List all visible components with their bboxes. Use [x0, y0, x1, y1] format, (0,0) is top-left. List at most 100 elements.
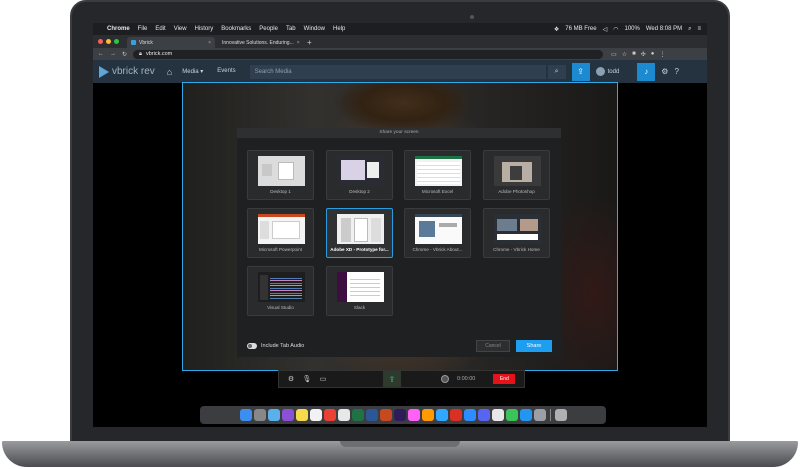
visual-studio-icon[interactable]	[281, 409, 294, 421]
source-desktop-1[interactable]: Desktop 1	[247, 150, 314, 200]
browser-tab-vbrick[interactable]: Vbrick ×	[127, 37, 215, 48]
search-input[interactable]: Search Media	[249, 64, 546, 79]
menu-app-name[interactable]: Chrome	[107, 26, 130, 32]
messages-icon[interactable]	[505, 409, 518, 421]
menu-people[interactable]: People	[259, 26, 278, 32]
close-tab-icon[interactable]: ×	[208, 40, 211, 46]
puzzle-icon[interactable]: ✣	[641, 51, 646, 58]
browser-tabbar: Vbrick × Innovative Solutions. Enduring.…	[93, 35, 707, 48]
forward-icon[interactable]: →	[110, 51, 116, 58]
wifi-icon[interactable]: ◠	[613, 26, 618, 33]
back-icon[interactable]: ←	[98, 51, 104, 58]
excel-icon[interactable]	[351, 409, 364, 421]
volume-icon[interactable]: ◁	[603, 26, 608, 33]
camera-icon[interactable]: ▭	[315, 375, 331, 383]
menu-file[interactable]: File	[138, 26, 148, 32]
source-chrome-home[interactable]: Chrome - Vbrick Home	[483, 208, 550, 258]
source-excel[interactable]: Microsoft Excel	[404, 150, 471, 200]
source-label: Adobe Photoshop	[498, 189, 535, 194]
reload-icon[interactable]: ↻	[122, 51, 127, 58]
preview-icon[interactable]	[533, 409, 546, 421]
discord-icon[interactable]	[477, 409, 490, 421]
microphone-icon[interactable]: 🎙︎	[299, 375, 315, 383]
extension-icon[interactable]: ■	[632, 51, 636, 58]
memory-status[interactable]: 76 MB Free	[565, 26, 596, 32]
acrobat-icon[interactable]	[449, 409, 462, 421]
address-bar[interactable]: 🔒︎ vbrick.com	[133, 49, 604, 59]
chrome-icon[interactable]	[323, 409, 336, 421]
profile-icon[interactable]: ●	[651, 51, 655, 58]
more-icon[interactable]: ⋮	[659, 51, 665, 58]
source-visual-studio[interactable]: Visual Studio	[247, 266, 314, 316]
word-icon[interactable]	[365, 409, 378, 421]
chrome-canary-icon[interactable]	[491, 409, 504, 421]
source-thumbnail	[258, 214, 305, 244]
extensions: ▭ ☆ ■ ✣ ● ⋮	[611, 51, 665, 58]
zoom-window-button[interactable]	[114, 39, 119, 44]
menu-history[interactable]: History	[195, 26, 214, 32]
nav-events[interactable]: Events	[217, 68, 235, 75]
settings-icon[interactable]: ⚙	[283, 375, 299, 383]
settings-icon[interactable]: ⚙	[661, 67, 668, 76]
control-center-icon[interactable]: ≡	[697, 26, 701, 32]
nav-media[interactable]: Media ▾	[182, 68, 203, 75]
menu-view[interactable]: View	[174, 26, 187, 32]
upload-icon[interactable]: ⇪	[571, 62, 590, 81]
menu-window[interactable]: Window	[304, 26, 325, 32]
source-chrome-about[interactable]: Chrome - Vbrick About...	[404, 208, 471, 258]
close-window-button[interactable]	[98, 39, 103, 44]
star-icon[interactable]: ☆	[622, 51, 627, 58]
menu-help[interactable]: Help	[333, 26, 345, 32]
illustrator-icon[interactable]	[421, 409, 434, 421]
tab-audio-toggle[interactable]	[247, 343, 257, 349]
source-label: Desktop 1	[270, 189, 291, 194]
slack-icon[interactable]	[337, 409, 350, 421]
share-screen-dialog: Share your screen Desktop 1 Desktop 2 Mi…	[237, 128, 561, 357]
notes-icon[interactable]	[295, 409, 308, 421]
vbrick-logo[interactable]: vbrick rev	[99, 65, 155, 78]
search-placeholder: Search Media	[254, 68, 292, 75]
url-text: vbrick.com	[145, 51, 173, 57]
menu-tab[interactable]: Tab	[286, 26, 296, 32]
textedit-icon[interactable]	[309, 409, 322, 421]
menu-edit[interactable]: Edit	[155, 26, 165, 32]
vbrick-favicon	[131, 40, 136, 45]
finder-icon[interactable]	[239, 409, 252, 421]
premiere-icon[interactable]	[393, 409, 406, 421]
record-icon[interactable]	[441, 375, 449, 383]
laptop-notch	[340, 441, 460, 447]
clock[interactable]: Wed 8:08 PM	[646, 26, 682, 32]
home-icon[interactable]: ⌂	[167, 67, 172, 77]
source-photoshop[interactable]: Adobe Photoshop	[483, 150, 550, 200]
safari-icon[interactable]	[267, 409, 280, 421]
xd-icon[interactable]	[407, 409, 420, 421]
end-button[interactable]: End	[493, 374, 516, 384]
spotlight-icon[interactable]: ⌕	[688, 26, 691, 33]
browser-icon[interactable]	[519, 409, 532, 421]
source-adobe-xd[interactable]: Adobe XD - Prototype for...	[326, 208, 393, 258]
share-icon[interactable]: ⇪	[383, 371, 401, 387]
minimize-window-button[interactable]	[106, 39, 111, 44]
battery-percent[interactable]: 100%	[625, 26, 640, 32]
source-slack[interactable]: Slack	[326, 266, 393, 316]
trash-icon[interactable]	[554, 409, 567, 421]
close-tab-icon[interactable]: ×	[297, 40, 300, 46]
powerpoint-icon[interactable]	[379, 409, 392, 421]
user-menu[interactable]: todd	[595, 67, 619, 76]
menu-bookmarks[interactable]: Bookmarks	[221, 26, 251, 32]
search-icon[interactable]: ⌕	[547, 64, 566, 79]
source-desktop-2[interactable]: Desktop 2	[326, 150, 393, 200]
source-powerpoint[interactable]: Microsoft Powerpoint	[247, 208, 314, 258]
help-icon[interactable]: ?	[674, 67, 678, 76]
dropbox-icon[interactable]: ❖	[554, 26, 559, 33]
cast-icon[interactable]: ▭	[611, 51, 617, 58]
photoshop-icon[interactable]	[435, 409, 448, 421]
bell-icon[interactable]: ♪	[637, 62, 656, 81]
browser-tab-innovative[interactable]: Innovative Solutions. Enduring... ×	[215, 37, 303, 48]
share-button[interactable]: Share	[516, 340, 552, 352]
new-tab-button[interactable]: +	[307, 38, 312, 47]
cancel-button[interactable]: Cancel	[476, 340, 510, 352]
mac-dock	[200, 406, 606, 424]
launchpad-icon[interactable]	[253, 409, 266, 421]
zoom-icon[interactable]	[463, 409, 476, 421]
